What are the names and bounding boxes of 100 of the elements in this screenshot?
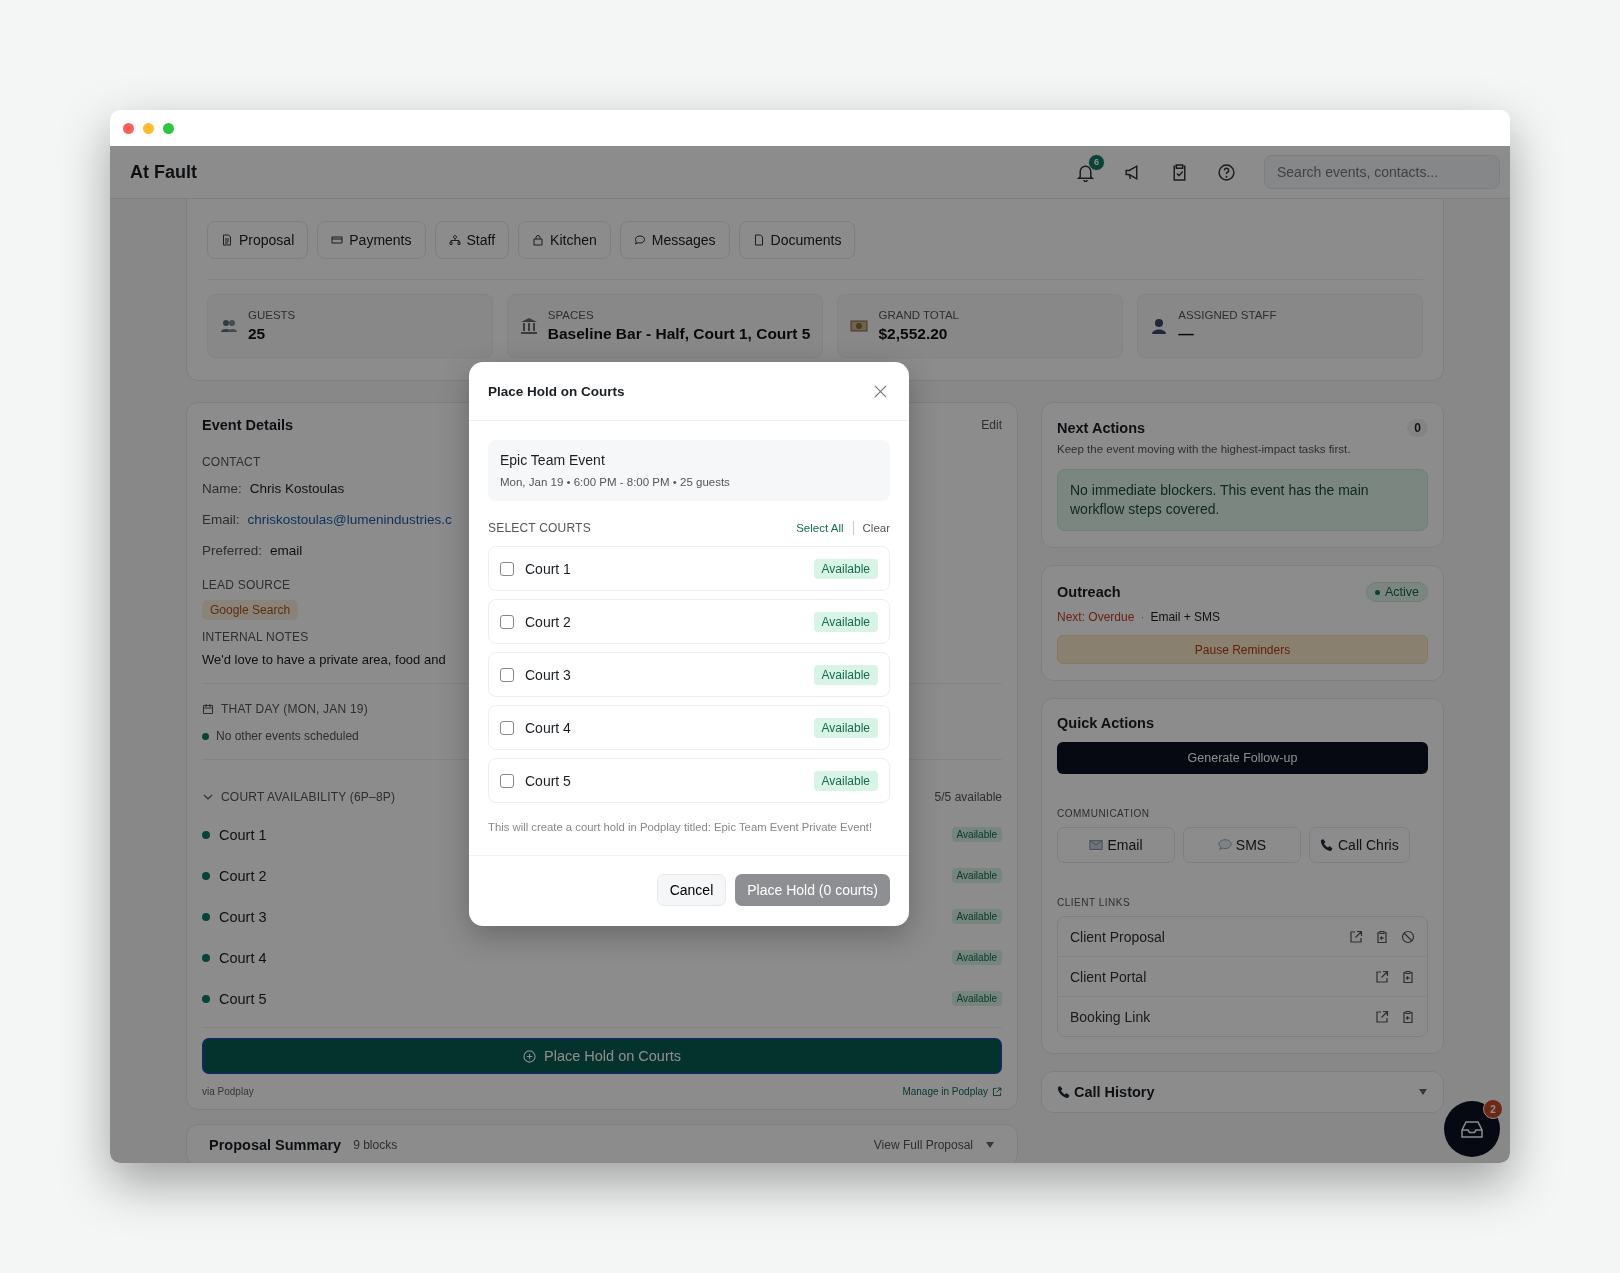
- court-name: Court 3: [525, 666, 571, 683]
- email-link[interactable]: chriskostoulas@lumenindustries.c: [247, 512, 452, 527]
- field-value: Chris Kostoulas: [249, 481, 345, 496]
- copy-icon[interactable]: [1401, 969, 1415, 984]
- place-hold-button[interactable]: Place Hold (0 courts): [735, 874, 890, 906]
- block-icon[interactable]: [1401, 929, 1415, 944]
- section-label: SELECT COURTS: [488, 521, 591, 535]
- card-subtitle: Keep the event moving with the highest-impact tasks first.: [1057, 443, 1352, 455]
- channel-text: Email + SMS: [1150, 610, 1221, 624]
- select-all-link[interactable]: Select All: [796, 522, 844, 534]
- checkbox[interactable]: [500, 561, 514, 576]
- tab[interactable]: Messages: [619, 221, 730, 259]
- court-option[interactable]: Court 2 Available: [488, 599, 890, 644]
- help-icon[interactable]: [1217, 162, 1236, 182]
- search-field[interactable]: Search events, contacts...: [1264, 155, 1500, 189]
- lead-source-tag: Google Search: [202, 600, 299, 620]
- client-link[interactable]: Booking Link: [1070, 1008, 1363, 1025]
- court-option[interactable]: Court 1 Available: [488, 546, 890, 591]
- bell-icon[interactable]: [1076, 162, 1095, 182]
- court-name: Court 5: [525, 772, 571, 789]
- field-label: Name:: [202, 481, 242, 496]
- phone-icon: [1320, 838, 1334, 852]
- manage-link[interactable]: Manage in Podplay: [902, 1086, 1002, 1097]
- court-name: Court 1: [525, 560, 571, 577]
- tab[interactable]: Payments: [317, 221, 426, 259]
- close-window-button[interactable]: [123, 122, 134, 134]
- chat-icon: [633, 234, 646, 246]
- plus-circle-icon: [523, 1049, 536, 1063]
- stat-label: GRAND TOTAL: [878, 309, 959, 321]
- envelope-icon: [1089, 838, 1104, 852]
- contact-button[interactable]: Email: [1057, 827, 1175, 863]
- status-tag: Available: [951, 991, 1002, 1006]
- maximize-window-button[interactable]: [163, 122, 174, 134]
- status-tag: Available: [813, 611, 878, 632]
- court-name: Court 1: [219, 826, 267, 843]
- checkbox[interactable]: [500, 773, 514, 788]
- hierarchy-icon: [448, 234, 461, 246]
- stat-label: GUESTS: [248, 309, 296, 321]
- close-icon[interactable]: [874, 384, 887, 398]
- status-dot: [202, 830, 210, 839]
- place-hold-button[interactable]: Place Hold on Courts: [202, 1038, 1002, 1074]
- pause-reminders-button[interactable]: Pause Reminders: [1057, 635, 1428, 664]
- status-dot: [202, 912, 210, 921]
- source-note: via Podplay: [202, 1086, 254, 1097]
- caret-icon: [985, 1140, 995, 1150]
- card-title: Outreach: [1057, 584, 1121, 600]
- speech-bubble-icon: [1217, 838, 1232, 852]
- external-link-icon[interactable]: [1375, 1009, 1389, 1024]
- view-proposal-link[interactable]: View Full Proposal: [873, 1138, 973, 1152]
- people-icon: [220, 317, 238, 335]
- status-dot: [202, 732, 209, 740]
- bag-icon: [532, 234, 545, 246]
- checkbox[interactable]: [500, 667, 514, 682]
- section-label: CONTACT: [202, 455, 261, 469]
- status-pill: Active: [1365, 582, 1428, 602]
- unread-badge: 2: [1483, 1099, 1503, 1119]
- checkbox[interactable]: [500, 614, 514, 629]
- court-name: Court 4: [525, 719, 571, 736]
- court-option[interactable]: Court 4 Available: [488, 705, 890, 750]
- call-history-card[interactable]: Call History: [1041, 1071, 1444, 1113]
- money-icon: [850, 317, 869, 335]
- court-name: Court 3: [219, 908, 267, 925]
- stat-label: ASSIGNED STAFF: [1178, 309, 1277, 321]
- tab[interactable]: Kitchen: [518, 221, 611, 259]
- court-name: Court 2: [219, 867, 267, 884]
- checkbox[interactable]: [500, 720, 514, 735]
- client-link[interactable]: Client Proposal: [1070, 928, 1337, 945]
- card-title: Proposal Summary: [209, 1137, 342, 1153]
- status-tag: Available: [951, 827, 1002, 842]
- calendar-icon: [202, 703, 214, 715]
- contact-button[interactable]: SMS: [1183, 827, 1301, 863]
- building-icon: [519, 317, 538, 335]
- court-option[interactable]: Court 5 Available: [488, 758, 890, 803]
- external-link-icon[interactable]: [1349, 929, 1363, 944]
- tab[interactable]: Proposal: [207, 221, 309, 259]
- copy-icon[interactable]: [1375, 929, 1389, 944]
- section-label: LEAD SOURCE: [202, 578, 291, 592]
- edit-link[interactable]: Edit: [981, 418, 1002, 432]
- field-label: Preferred:: [202, 543, 263, 558]
- status-tag: Available: [813, 664, 878, 685]
- tab[interactable]: Documents: [738, 221, 856, 259]
- generate-follow-up-button[interactable]: Generate Follow-up: [1057, 742, 1428, 774]
- inbox-button[interactable]: 2: [1444, 1101, 1500, 1157]
- cancel-button[interactable]: Cancel: [656, 874, 727, 906]
- stat-value: $2,552.20: [878, 325, 949, 343]
- clear-link[interactable]: Clear: [862, 522, 890, 534]
- status-tag: Available: [813, 770, 878, 791]
- section-label: THAT DAY (MON, JAN 19): [221, 702, 368, 716]
- court-option[interactable]: Court 3 Available: [488, 652, 890, 697]
- tab[interactable]: Staff: [434, 221, 510, 259]
- external-link-icon[interactable]: [1375, 969, 1389, 984]
- stat-value: —: [1178, 325, 1195, 343]
- count-badge: 0: [1407, 419, 1428, 437]
- section-label: INTERNAL NOTES: [202, 630, 309, 644]
- contact-button[interactable]: Call Chris: [1309, 827, 1410, 863]
- clipboard-check-icon[interactable]: [1170, 162, 1189, 182]
- dialog-title: Place Hold on Courts: [488, 383, 625, 399]
- field-label: Email:: [202, 512, 240, 527]
- copy-icon[interactable]: [1401, 1009, 1415, 1024]
- client-link[interactable]: Client Portal: [1070, 968, 1363, 985]
